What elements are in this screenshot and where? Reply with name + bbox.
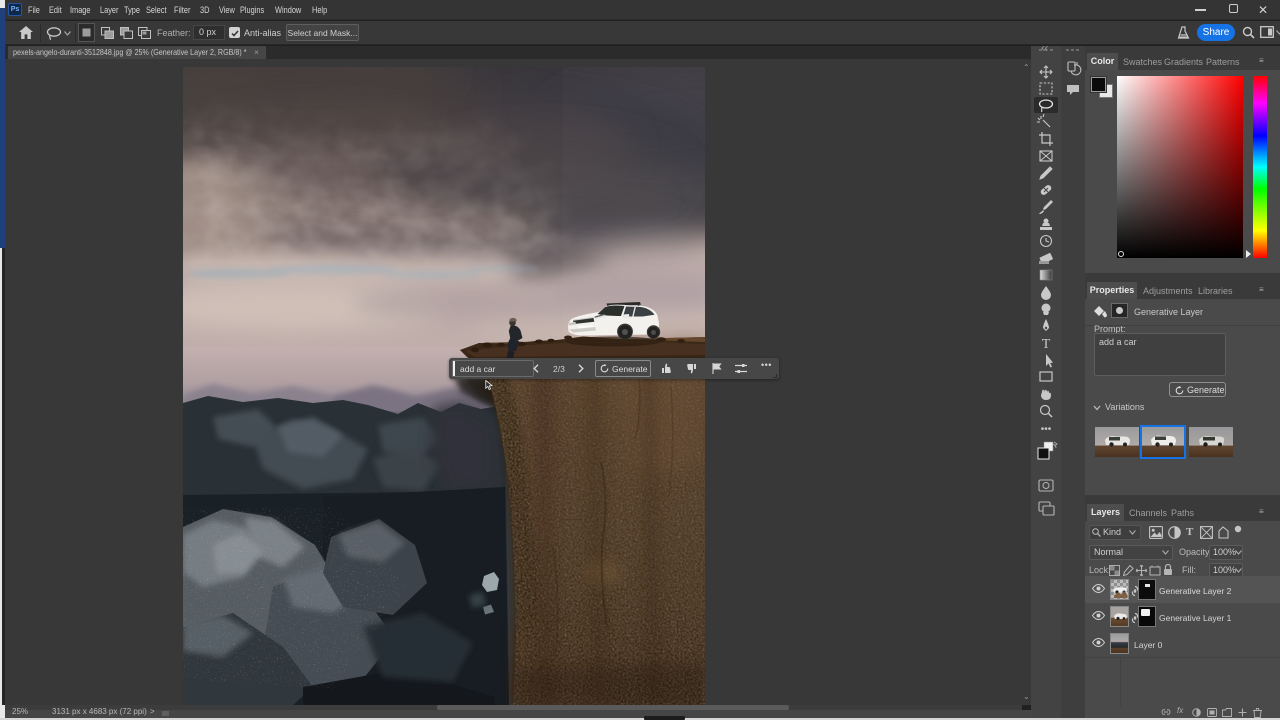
svg-text:T: T bbox=[1042, 337, 1051, 352]
svg-text:•••: ••• bbox=[1041, 424, 1052, 435]
